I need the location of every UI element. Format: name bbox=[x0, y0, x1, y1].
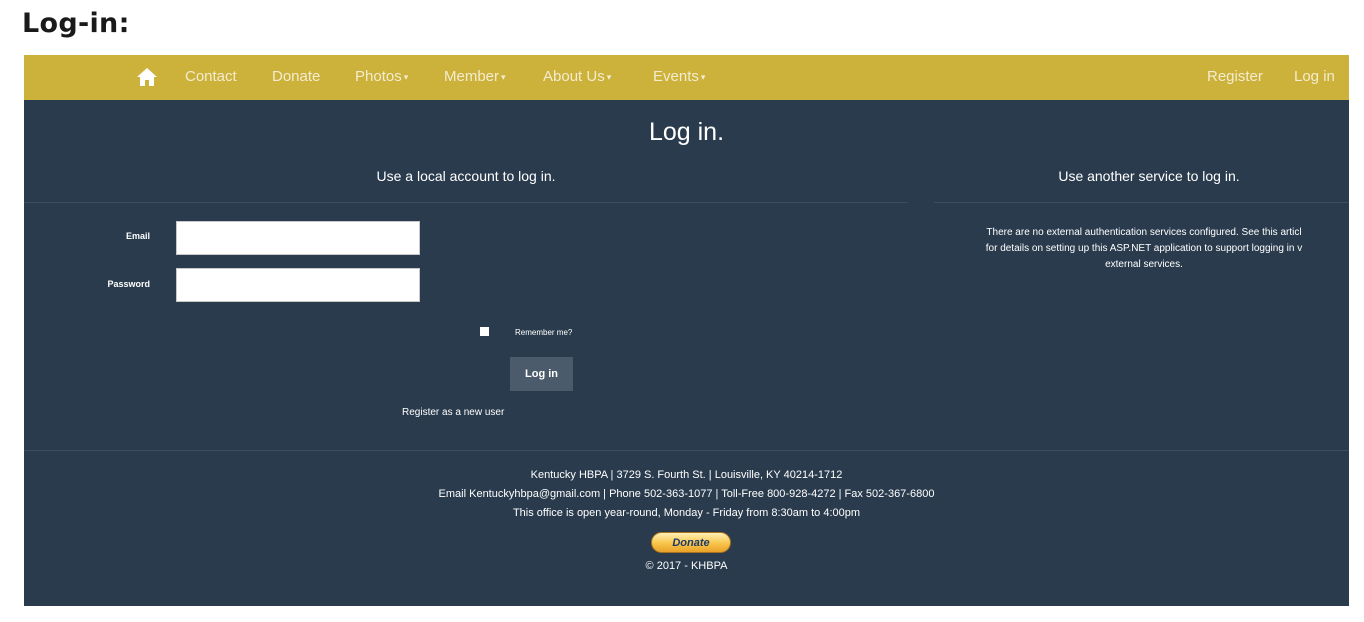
footer-contact: Email Kentuckyhbpa@gmail.com | Phone 502… bbox=[438, 488, 935, 500]
nav-donate[interactable]: Donate bbox=[272, 68, 320, 85]
email-field[interactable] bbox=[176, 221, 420, 255]
external-service-heading: Use another service to log in. bbox=[1058, 168, 1240, 184]
nav-events-dropdown[interactable]: Events ▾ bbox=[653, 68, 705, 85]
footer-copyright: © 2017 - KHBPA bbox=[645, 560, 728, 572]
email-label: Email bbox=[125, 231, 150, 241]
divider bbox=[934, 202, 1349, 203]
caret-down-icon: ▾ bbox=[606, 71, 612, 82]
login-button[interactable]: Log in bbox=[510, 357, 573, 391]
caret-down-icon: ▾ bbox=[700, 71, 706, 82]
home-icon[interactable] bbox=[136, 67, 158, 87]
external-auth-note: There are no external authentication ser… bbox=[929, 225, 1349, 273]
footer-address: Kentucky HBPA | 3729 S. Fourth St. | Lou… bbox=[530, 469, 843, 481]
password-field[interactable] bbox=[176, 268, 420, 302]
remember-me-checkbox[interactable] bbox=[480, 327, 489, 336]
note-line: for details on setting up this ASP.NET a… bbox=[985, 243, 1303, 254]
page-title: Log in. bbox=[648, 118, 725, 146]
nav-member-dropdown[interactable]: Member ▾ bbox=[444, 68, 506, 85]
caret-down-icon: ▾ bbox=[403, 71, 409, 82]
register-new-user-link[interactable]: Register as a new user bbox=[402, 407, 504, 418]
note-line: external services. bbox=[1105, 259, 1183, 270]
remember-me-label: Remember me? bbox=[515, 328, 573, 337]
nav-login[interactable]: Log in bbox=[1294, 68, 1335, 85]
nav-contact[interactable]: Contact bbox=[185, 68, 237, 85]
nav-register[interactable]: Register bbox=[1207, 68, 1263, 85]
note-line: There are no external authentication ser… bbox=[986, 227, 1302, 238]
nav-about-us-dropdown[interactable]: About Us ▾ bbox=[543, 68, 611, 85]
footer-hours: This office is open year-round, Monday -… bbox=[512, 507, 861, 519]
footer-divider bbox=[24, 450, 1349, 451]
password-label: Password bbox=[107, 279, 150, 289]
nav-photos-dropdown[interactable]: Photos ▾ bbox=[355, 68, 408, 85]
divider bbox=[24, 202, 908, 203]
local-account-heading: Use a local account to log in. bbox=[376, 168, 556, 184]
website-frame: Contact Donate Photos ▾ Member ▾ About Us ▾… bbox=[24, 55, 1349, 606]
document-heading: Log-in: bbox=[22, 8, 130, 39]
donate-button[interactable]: Donate bbox=[651, 532, 731, 553]
navbar: Contact Donate Photos ▾ Member ▾ About Us ▾… bbox=[24, 55, 1349, 100]
caret-down-icon: ▾ bbox=[501, 71, 506, 82]
